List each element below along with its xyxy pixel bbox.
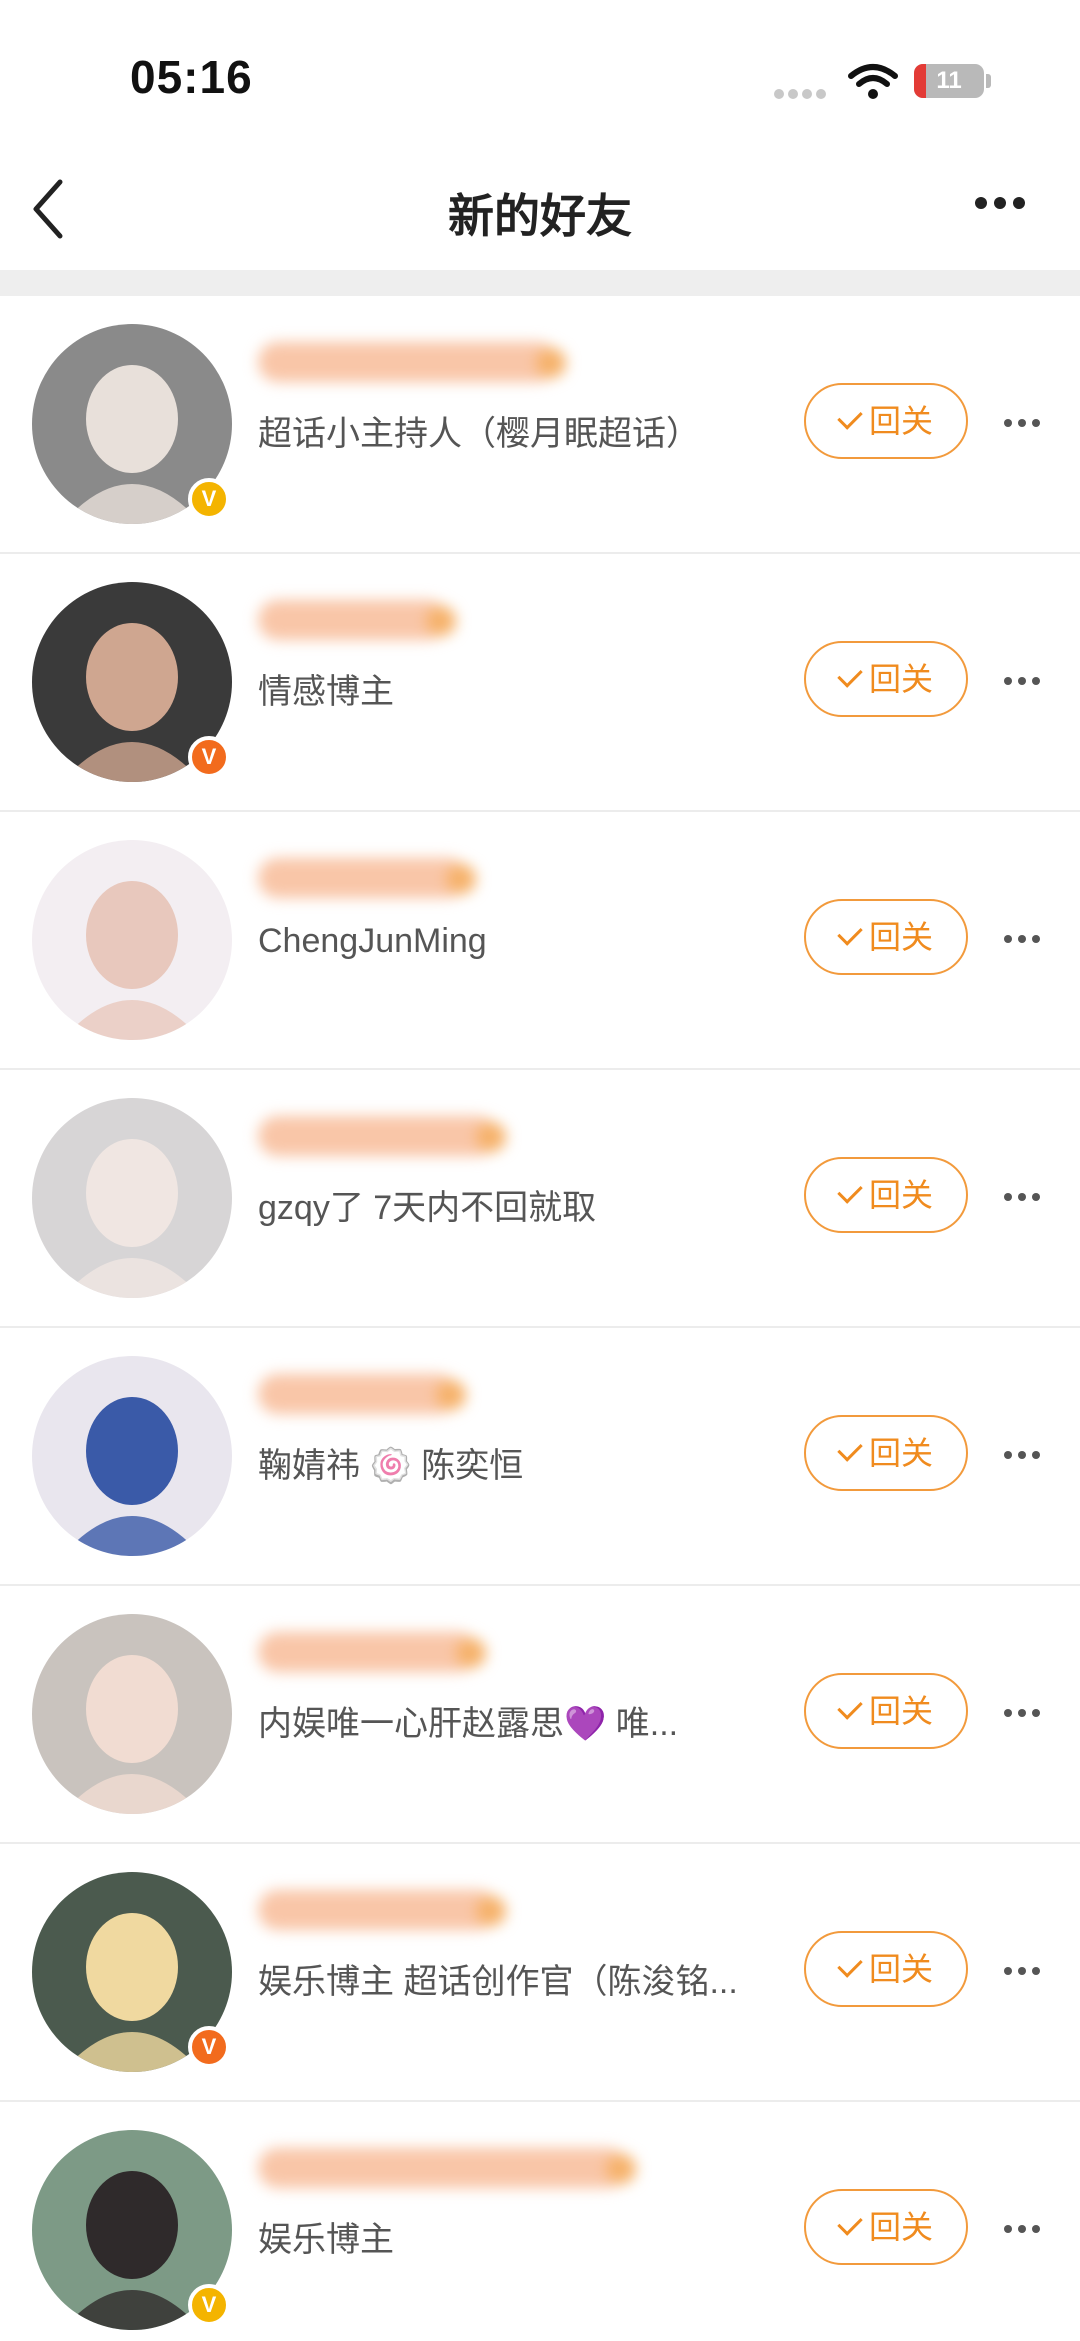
friend-list: V 超话小主持人（樱月眠超话） 回关 V 情感博主 回关 ChengJunMing 回关 gzq… [0, 296, 1080, 2341]
row-more-icon[interactable] [1004, 2220, 1048, 2234]
row-more-icon[interactable] [1004, 930, 1048, 944]
friend-description: ChengJunMing [258, 922, 487, 960]
username-blurred[interactable] [258, 1632, 486, 1672]
username-blurred[interactable] [258, 2148, 636, 2188]
friend-description: gzqy了 7天内不回就取 [258, 1189, 597, 1227]
username-blurred[interactable] [258, 1374, 466, 1414]
check-icon [837, 1694, 863, 1720]
status-time: 05:16 [130, 51, 253, 103]
follow-back-button[interactable]: 回关 [804, 383, 968, 459]
row-more-icon[interactable] [1004, 1446, 1048, 1460]
check-icon [837, 1436, 863, 1462]
status-bar: 05:16 11 [0, 0, 1080, 150]
username-blurred[interactable] [258, 858, 476, 898]
battery-tip [986, 74, 991, 88]
follow-back-label: 回关 [868, 1435, 933, 1471]
username-blurred[interactable] [258, 600, 456, 640]
more-options-button[interactable] [975, 196, 1045, 226]
check-icon [837, 404, 863, 430]
follow-back-label: 回关 [868, 919, 933, 955]
follow-back-button[interactable]: 回关 [804, 1673, 968, 1749]
avatar[interactable] [32, 1098, 232, 1298]
follow-back-label: 回关 [868, 1693, 933, 1729]
check-icon [837, 1952, 863, 1978]
follow-back-label: 回关 [868, 661, 933, 697]
friend-description: 超话小主持人（樱月眠超话） [258, 415, 700, 453]
friend-description: 娱乐博主 [258, 2221, 394, 2259]
friend-row[interactable]: V 娱乐博主 超话创作官（陈浚铭... 回关 [0, 1844, 1080, 2102]
check-icon [837, 1178, 863, 1204]
row-more-icon[interactable] [1004, 1188, 1048, 1202]
battery-level: 11 [936, 67, 962, 94]
follow-back-button[interactable]: 回关 [804, 641, 968, 717]
follow-back-label: 回关 [868, 2209, 933, 2245]
friend-row[interactable]: ChengJunMing 回关 [0, 812, 1080, 1070]
row-more-icon[interactable] [1004, 672, 1048, 686]
avatar[interactable] [32, 840, 232, 1040]
row-more-icon[interactable] [1004, 414, 1048, 428]
friend-row[interactable]: V 超话小主持人（樱月眠超话） 回关 [0, 296, 1080, 554]
friend-description: 情感博主 [258, 673, 394, 711]
follow-back-button[interactable]: 回关 [804, 1931, 968, 2007]
follow-back-button[interactable]: 回关 [804, 1157, 968, 1233]
friend-row[interactable]: V 情感博主 回关 [0, 554, 1080, 812]
friend-description: 娱乐博主 超话创作官（陈浚铭... [258, 1963, 738, 2001]
avatar[interactable] [32, 1356, 232, 1556]
username-blurred[interactable] [258, 342, 566, 382]
verified-badge-icon: V [188, 478, 230, 520]
username-blurred[interactable] [258, 1890, 506, 1930]
friend-description: 鞠婧祎 🍥 陈奕恒 [258, 1447, 524, 1485]
friend-description: 内娱唯一心肝赵露思💜 唯... [258, 1705, 679, 1743]
nav-bar: 新的好友 [0, 150, 1080, 270]
follow-back-button[interactable]: 回关 [804, 899, 968, 975]
check-icon [837, 2210, 863, 2236]
follow-back-button[interactable]: 回关 [804, 2189, 968, 2265]
row-more-icon[interactable] [1004, 1704, 1048, 1718]
avatar[interactable] [32, 1614, 232, 1814]
verified-badge-icon: V [188, 2026, 230, 2068]
follow-back-label: 回关 [868, 1177, 933, 1213]
verified-badge-icon: V [188, 2284, 230, 2326]
follow-back-label: 回关 [868, 1951, 933, 1987]
battery-icon: 11 [914, 64, 984, 98]
wifi-icon [848, 62, 898, 102]
check-icon [837, 662, 863, 688]
check-icon [837, 920, 863, 946]
verified-badge-icon: V [188, 736, 230, 778]
friend-row[interactable]: 鞠婧祎 🍥 陈奕恒 回关 [0, 1328, 1080, 1586]
cellular-signal-icon [774, 86, 830, 99]
row-more-icon[interactable] [1004, 1962, 1048, 1976]
friend-row[interactable]: gzqy了 7天内不回就取 回关 [0, 1070, 1080, 1328]
follow-back-button[interactable]: 回关 [804, 1415, 968, 1491]
section-divider [0, 270, 1080, 296]
username-blurred[interactable] [258, 1116, 506, 1156]
friend-row[interactable]: 内娱唯一心肝赵露思💜 唯... 回关 [0, 1586, 1080, 1844]
friend-row[interactable]: V 娱乐博主 回关 [0, 2102, 1080, 2341]
page-title: 新的好友 [448, 190, 632, 242]
follow-back-label: 回关 [868, 403, 933, 439]
